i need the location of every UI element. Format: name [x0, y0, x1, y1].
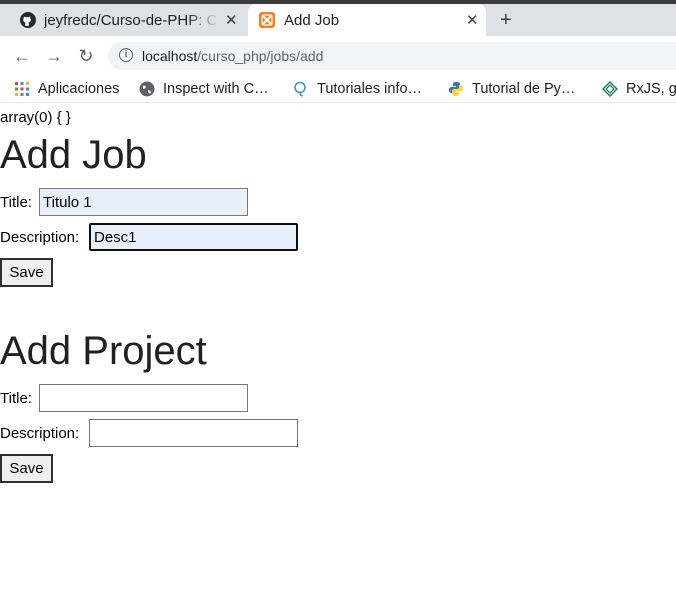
bookmarks-bar: Aplicaciones Inspect with C… Tutoriales …: [0, 76, 676, 103]
xampp-icon: [259, 12, 275, 28]
job-title-label: Title:: [0, 194, 32, 211]
project-description-input[interactable]: [89, 419, 298, 447]
bookmark-tutoriales[interactable]: Tutoriales info…: [293, 78, 422, 100]
bookmark-aplicaciones[interactable]: Aplicaciones: [14, 78, 119, 100]
bookmark-label: Tutorial de Py…: [472, 81, 576, 97]
close-tab-icon[interactable]: ✕: [225, 11, 238, 29]
tab-github[interactable]: jeyfredc/Curso-de-PHP: Cu ✕: [0, 4, 246, 36]
bookmark-label: RxJS, ge: [626, 81, 676, 97]
job-title-input[interactable]: [39, 188, 248, 216]
job-description-label: Description:: [0, 229, 80, 246]
project-description-label: Description:: [0, 425, 80, 442]
bookmark-tutorial-python[interactable]: Tutorial de Py…: [448, 78, 575, 100]
globe-icon: [139, 81, 155, 97]
project-title-label: Title:: [0, 390, 32, 407]
toolbar: ← → ↻ i localhost/curso_php/jobs/add: [0, 36, 676, 76]
tab-title-fade: [186, 8, 220, 32]
bookmark-label: Tutoriales info…: [317, 81, 423, 97]
tab-title: Add Job: [284, 12, 340, 29]
save-project-button[interactable]: Save: [0, 454, 53, 483]
page-content: array(0) { } Add Job Title: Description:…: [0, 103, 676, 606]
tab-add-job[interactable]: Add Job ✕: [248, 4, 486, 36]
back-arrow-icon[interactable]: ←: [12, 46, 32, 66]
url-path: /curso_php/jobs/add: [197, 48, 324, 64]
bookmark-rxjs[interactable]: RxJS, ge: [602, 78, 676, 100]
url-host: localhost: [142, 48, 198, 64]
apps-grid-icon: [15, 82, 29, 96]
rxjs-icon: [602, 81, 618, 97]
debug-dump-text: array(0) { }: [0, 109, 71, 126]
github-icon: [20, 12, 36, 28]
reload-icon[interactable]: ↻: [76, 46, 96, 66]
add-job-heading: Add Job: [0, 133, 147, 177]
bookmark-label: Aplicaciones: [38, 81, 120, 97]
bookmark-label: Inspect with C…: [163, 81, 269, 97]
site-info-icon[interactable]: i: [119, 48, 133, 62]
job-description-input[interactable]: [89, 223, 298, 251]
bookmark-inspect[interactable]: Inspect with C…: [139, 78, 269, 100]
tab-bar: jeyfredc/Curso-de-PHP: Cu ✕ Add Job ✕ +: [0, 4, 676, 36]
save-job-button[interactable]: Save: [0, 258, 53, 287]
python-icon: [449, 82, 463, 96]
tutorial-icon: [294, 81, 306, 97]
add-project-heading: Add Project: [0, 329, 207, 373]
forward-arrow-icon[interactable]: →: [44, 46, 64, 66]
close-tab-icon[interactable]: ✕: [466, 11, 479, 29]
address-bar[interactable]: i localhost/curso_php/jobs/add: [108, 42, 676, 70]
project-title-input[interactable]: [39, 384, 248, 412]
url-text: localhost/curso_php/jobs/add: [142, 48, 323, 64]
new-tab-plus-icon[interactable]: +: [500, 10, 512, 30]
